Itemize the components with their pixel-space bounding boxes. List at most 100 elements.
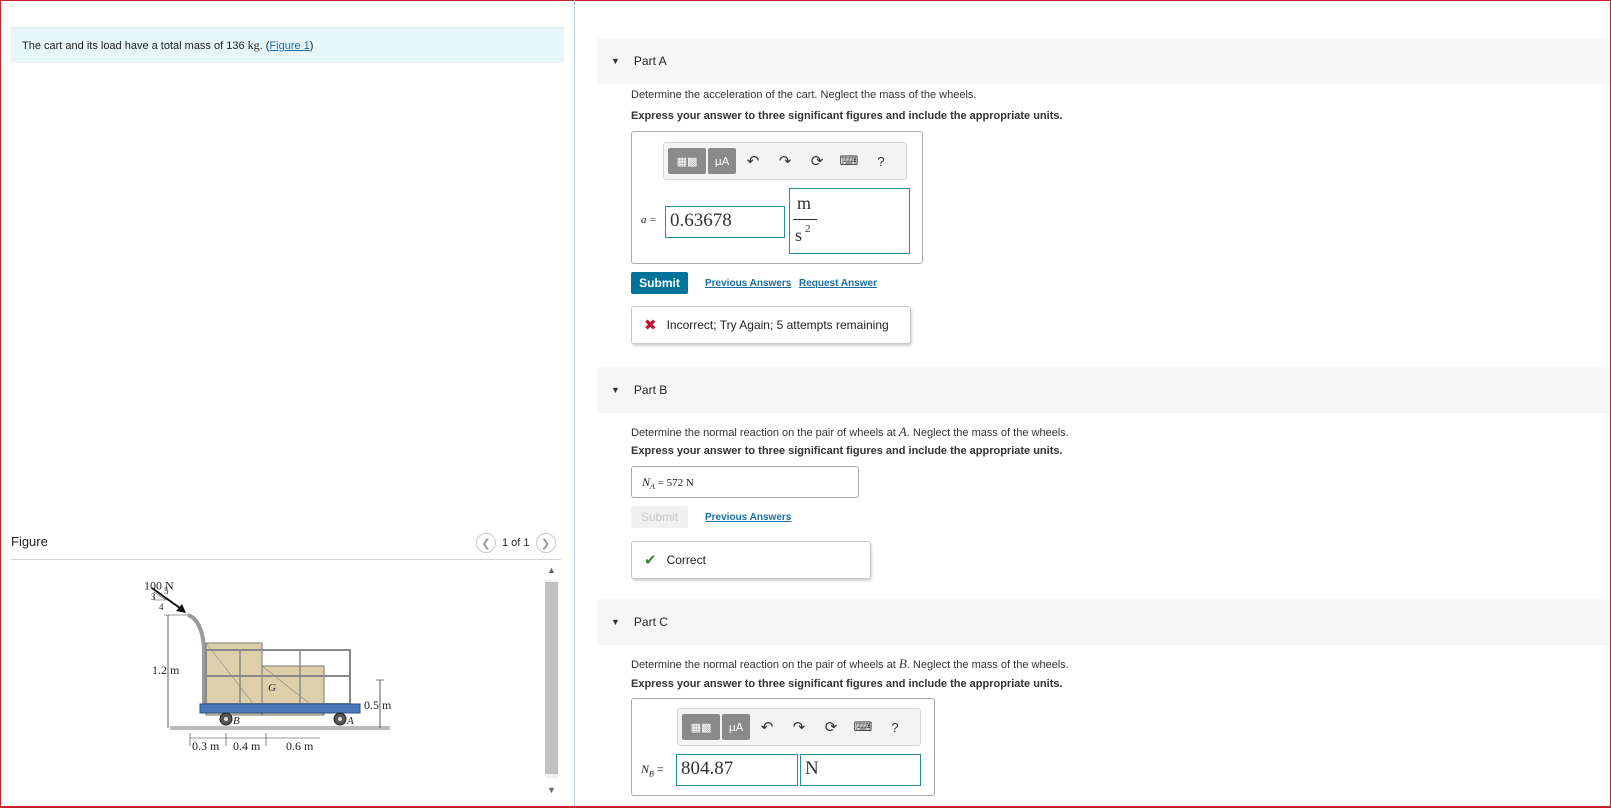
part-c-header[interactable]: ▼ Part C [597,599,1609,645]
part-c-variable-letter: N [641,762,650,776]
undo-icon[interactable]: ↶ [738,148,768,174]
figure-title: Figure [11,534,48,549]
part-b-feedback: ✔ Correct [631,541,871,579]
figure-link[interactable]: Figure 1 [269,40,309,52]
keyboard-icon[interactable]: ⌨ [834,148,864,174]
part-a-variable: a = [641,214,657,226]
right-panel: ▼ Part A Determine the acceleration of t… [577,0,1609,806]
part-b-answer: = 572 N [657,477,694,489]
wheel-b-hub [224,717,228,721]
part-a-previous-answers-link[interactable]: Previous Answers [705,278,791,289]
scroll-thumb[interactable] [545,582,558,774]
part-a-header[interactable]: ▼ Part A [597,38,1609,84]
part-a-answer-box: ▦▩ μA ↶ ↷ ⟳ ⌨ ? a = 0.63678 m s 2 [631,131,923,264]
part-b-point: A [898,424,907,439]
part-a-submit-button[interactable]: Submit [631,272,688,294]
part-c-prompt: Determine the normal reaction on the pai… [631,656,1069,672]
help-button[interactable]: ? [880,714,910,740]
problem-text-end: ) [309,40,314,52]
force-label: 100 N [144,579,174,593]
scroll-down-icon[interactable]: ▼ [545,784,558,796]
part-b-variable: N [642,475,651,489]
scroll-up-icon[interactable]: ▲ [545,564,558,576]
part-b-title: Part B [633,383,668,397]
part-c-variable: NB = [641,762,664,778]
part-c-toolbar: ▦▩ μA ↶ ↷ ⟳ ⌨ ? [677,708,921,746]
part-c-title: Part C [633,615,668,629]
slope-4-label: 4 [159,602,164,612]
redo-icon[interactable]: ↷ [770,148,800,174]
height-label: 1.2 m [152,663,180,677]
part-c-answer-box: ▦▩ μA ↶ ↷ ⟳ ⌨ ? NB = 804.87 N [631,698,935,796]
part-b-header[interactable]: ▼ Part B [597,367,1609,413]
cart-platform [199,703,361,714]
part-c-variable-subscript: B [649,769,654,779]
reset-icon[interactable]: ⟳ [802,148,832,174]
keyboard-icon[interactable]: ⌨ [848,714,878,740]
unit-numerator: m [797,193,812,213]
figure-scrollbar[interactable]: ▲ ▼ [541,562,561,798]
template-icon[interactable]: ▦▩ [682,714,720,740]
part-a-unit-input[interactable]: m s 2 [789,188,910,254]
part-b-feedback-text: Correct [666,553,706,567]
part-c-prompt-end: . Neglect the mass of the wheels. [906,659,1069,671]
template-icon[interactable]: ▦▩ [668,148,706,174]
point-a-label: A [346,715,354,727]
chevron-left-icon[interactable]: ❮ [476,533,496,553]
unit-denominator: s [795,225,803,245]
figure-page-count: 1 of 1 [502,537,530,549]
help-button[interactable]: ? [866,148,896,174]
part-b-previous-answers-link[interactable]: Previous Answers [705,512,791,523]
part-b-instruction: Express your answer to three significant… [631,445,1063,457]
wheel-a-hub [338,717,342,721]
reset-icon[interactable]: ⟳ [816,714,846,740]
part-c-unit-input[interactable]: N [800,754,921,786]
part-b-prompt: Determine the normal reaction on the pai… [631,424,1069,440]
part-c-equals: = [656,762,664,776]
redo-icon[interactable]: ↷ [784,714,814,740]
part-a-feedback-text: Incorrect; Try Again; 5 attempts remaini… [666,318,889,332]
problem-text: The cart and its load have a total mass … [22,40,245,52]
problem-text-after: . ( [259,40,270,52]
chevron-right-icon[interactable]: ❯ [535,533,556,553]
slope-5-label: 5 [164,586,169,596]
slope-3-label: 3 [151,592,156,602]
dim-1-label: 0.3 m [192,739,220,753]
dim-2-label: 0.4 m [233,739,261,753]
part-c-instruction: Express your answer to three significant… [631,678,1063,690]
caret-down-icon: ▼ [611,617,620,627]
fraction-bar [793,219,817,220]
wheel-height-label: 0.5 m [364,698,392,712]
left-panel: The cart and its load have a total mass … [0,0,575,806]
part-a-request-answer-link[interactable]: Request Answer [799,278,877,289]
unit-exponent: 2 [805,223,811,235]
part-b-submit-button[interactable]: Submit [631,506,688,528]
cart-figure: 100 N 3 4 5 1.2 m 0.5 m G B A 0.3 m 0.4 … [144,579,392,753]
problem-statement: The cart and its load have a total mass … [11,27,564,63]
point-b-label: B [233,715,240,727]
x-mark-icon: ✖ [644,317,657,334]
check-mark-icon: ✔ [644,552,657,569]
caret-down-icon: ▼ [611,56,620,66]
part-a-prompt: Determine the acceleration of the cart. … [631,89,977,101]
part-b-variable-subscript: A [650,482,655,492]
part-b-answer-display: NA = 572 N [631,466,859,498]
part-a-toolbar: ▦▩ μA ↶ ↷ ⟳ ⌨ ? [663,142,907,180]
part-c-point: B [898,656,907,671]
part-c-value-input[interactable]: 804.87 [676,754,798,786]
part-a-instruction: Express your answer to three significant… [631,110,1063,122]
part-b-prompt-end: . Neglect the mass of the wheels. [906,427,1069,439]
units-button[interactable]: μA [708,148,736,174]
caret-down-icon: ▼ [611,385,620,395]
figure-divider [11,559,561,560]
part-a-title: Part A [633,54,667,68]
part-c-prompt-text: Determine the normal reaction on the pai… [631,659,896,671]
units-button[interactable]: μA [722,714,750,740]
part-a-value-input[interactable]: 0.63678 [665,206,785,238]
point-g-label: G [268,682,276,694]
part-b-prompt-text: Determine the normal reaction on the pai… [631,427,896,439]
cart-handle [187,613,206,713]
mass-unit: kg [247,38,260,52]
undo-icon[interactable]: ↶ [752,714,782,740]
figure-pager: ❮ 1 of 1 ❯ [476,533,556,553]
